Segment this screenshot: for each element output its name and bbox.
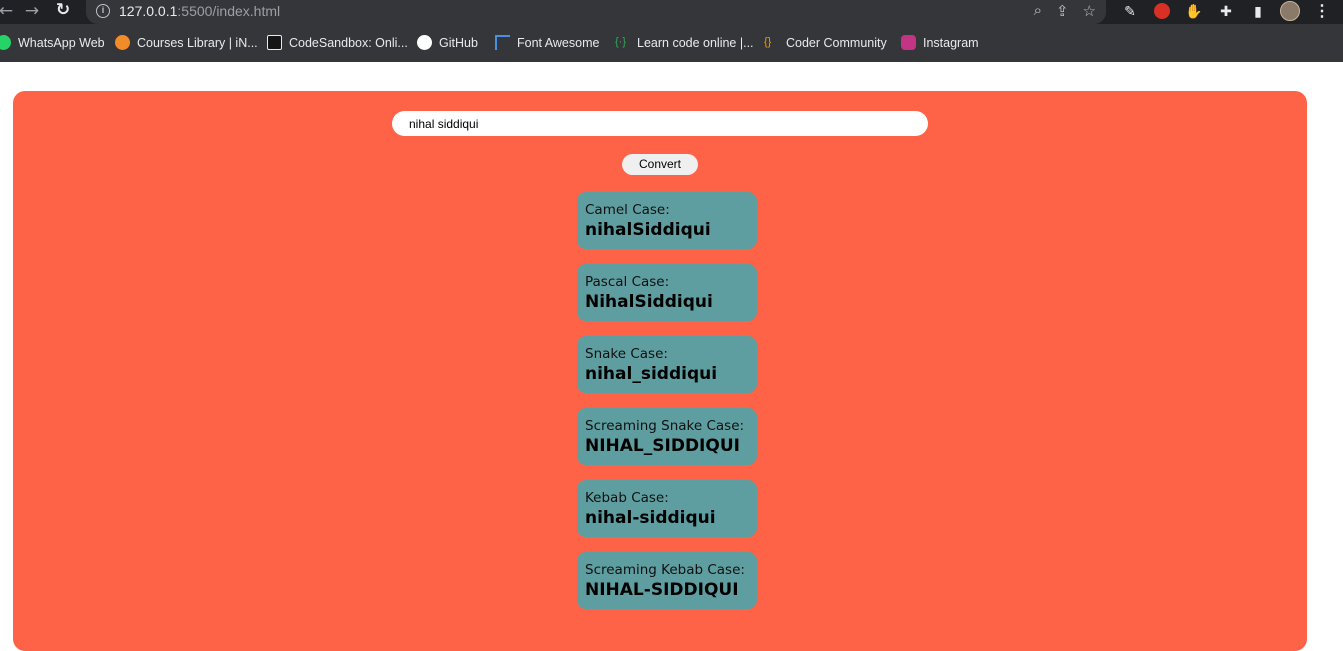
address-bar-actions: ⌕ ⇪ ☆ [1034, 2, 1096, 20]
browser-toolbar: ← → ↻ i 127.0.0.1:5500/index.html ⌕ ⇪ ☆ … [0, 0, 1343, 24]
url-host: 127.0.0.1 [119, 3, 178, 19]
hand-extension-icon[interactable]: ✋ [1184, 1, 1204, 21]
bookmark-label: WhatsApp Web [18, 35, 105, 50]
result-label: Kebab Case: [585, 490, 669, 506]
site-info-icon[interactable]: i [96, 4, 110, 18]
whatsapp-icon [0, 35, 11, 50]
instagram-icon [901, 35, 916, 50]
braces-icon: {} [764, 36, 772, 48]
convert-button[interactable]: Convert [622, 154, 698, 175]
result-label: Camel Case: [585, 202, 670, 218]
bookmark-label: GitHub [439, 35, 478, 50]
codesandbox-icon [267, 35, 282, 50]
more-menu-icon[interactable]: ⋮ [1312, 1, 1332, 21]
bookmark-learn-code[interactable]: {·} Learn code online |... [615, 35, 754, 50]
result-kebab-case: Kebab Case: nihal-siddiqui [577, 480, 757, 537]
back-arrow-icon[interactable]: ← [0, 1, 18, 21]
address-bar[interactable]: i 127.0.0.1:5500/index.html ⌕ ⇪ ☆ [86, 0, 1106, 24]
courses-icon [115, 35, 130, 50]
result-label: Pascal Case: [585, 274, 670, 290]
bookmark-label: Font Awesome [517, 35, 600, 50]
side-panel-icon[interactable]: ▮ [1248, 1, 1268, 21]
result-value: nihal_siddiqui [585, 364, 718, 384]
result-label: Screaming Kebab Case: [585, 562, 745, 578]
url-path: :5500/index.html [177, 3, 281, 19]
result-screaming-snake-case: Screaming Snake Case: NIHAL_SIDDIQUI [577, 408, 757, 465]
bookmark-font-awesome[interactable]: Font Awesome [495, 35, 599, 50]
bookmark-star-icon[interactable]: ☆ [1083, 2, 1096, 20]
puzzle-icon[interactable]: ✚ [1216, 1, 1236, 21]
pen-extension-icon[interactable]: ✎ [1120, 1, 1140, 21]
reload-icon[interactable]: ↻ [51, 0, 75, 20]
result-value: NihalSiddiqui [585, 292, 713, 312]
github-icon [417, 35, 432, 50]
forward-arrow-icon[interactable]: → [20, 1, 44, 21]
share-icon[interactable]: ⇪ [1056, 2, 1069, 20]
bookmark-label: Instagram [923, 35, 979, 50]
bookmark-github[interactable]: GitHub [417, 35, 478, 50]
result-label: Snake Case: [585, 346, 668, 362]
bookmark-label: Coder Community [786, 35, 887, 50]
bookmark-codesandbox[interactable]: CodeSandbox: Onli... [267, 35, 408, 50]
bookmarks-bar: WhatsApp Web Courses Library | iN... Cod… [0, 24, 1343, 62]
stop-extension-icon[interactable] [1152, 1, 1172, 21]
result-value: NIHAL-SIDDIQUI [585, 580, 739, 600]
result-pascal-case: Pascal Case: NihalSiddiqui [577, 264, 757, 321]
flag-icon [495, 35, 510, 50]
text-input[interactable] [392, 111, 928, 136]
bookmark-whatsapp[interactable]: WhatsApp Web [0, 35, 105, 50]
bookmark-label: CodeSandbox: Onli... [289, 35, 408, 50]
result-screaming-kebab-case: Screaming Kebab Case: NIHAL-SIDDIQUI [577, 552, 757, 609]
bookmark-courses[interactable]: Courses Library | iN... [115, 35, 258, 50]
profile-avatar[interactable] [1280, 1, 1300, 21]
bookmark-coder-community[interactable]: {} Coder Community [764, 35, 887, 50]
bookmark-label: Learn code online |... [637, 35, 754, 50]
url-text[interactable]: 127.0.0.1:5500/index.html [119, 3, 280, 19]
code-icon: {·} [615, 36, 627, 48]
result-camel-case: Camel Case: nihalSiddiqui [577, 192, 757, 249]
result-value: nihal-siddiqui [585, 508, 716, 528]
bookmark-label: Courses Library | iN... [137, 35, 258, 50]
bookmark-instagram[interactable]: Instagram [901, 35, 979, 50]
zoom-icon[interactable]: ⌕ [1034, 2, 1042, 20]
result-snake-case: Snake Case: nihal_siddiqui [577, 336, 757, 393]
extensions-area: ✎ ✋ ✚ ▮ ⋮ [1120, 1, 1332, 21]
result-value: NIHAL_SIDDIQUI [585, 436, 740, 456]
result-label: Screaming Snake Case: [585, 418, 745, 434]
results-list: Camel Case: nihalSiddiqui Pascal Case: N… [577, 192, 757, 624]
result-value: nihalSiddiqui [585, 220, 711, 240]
